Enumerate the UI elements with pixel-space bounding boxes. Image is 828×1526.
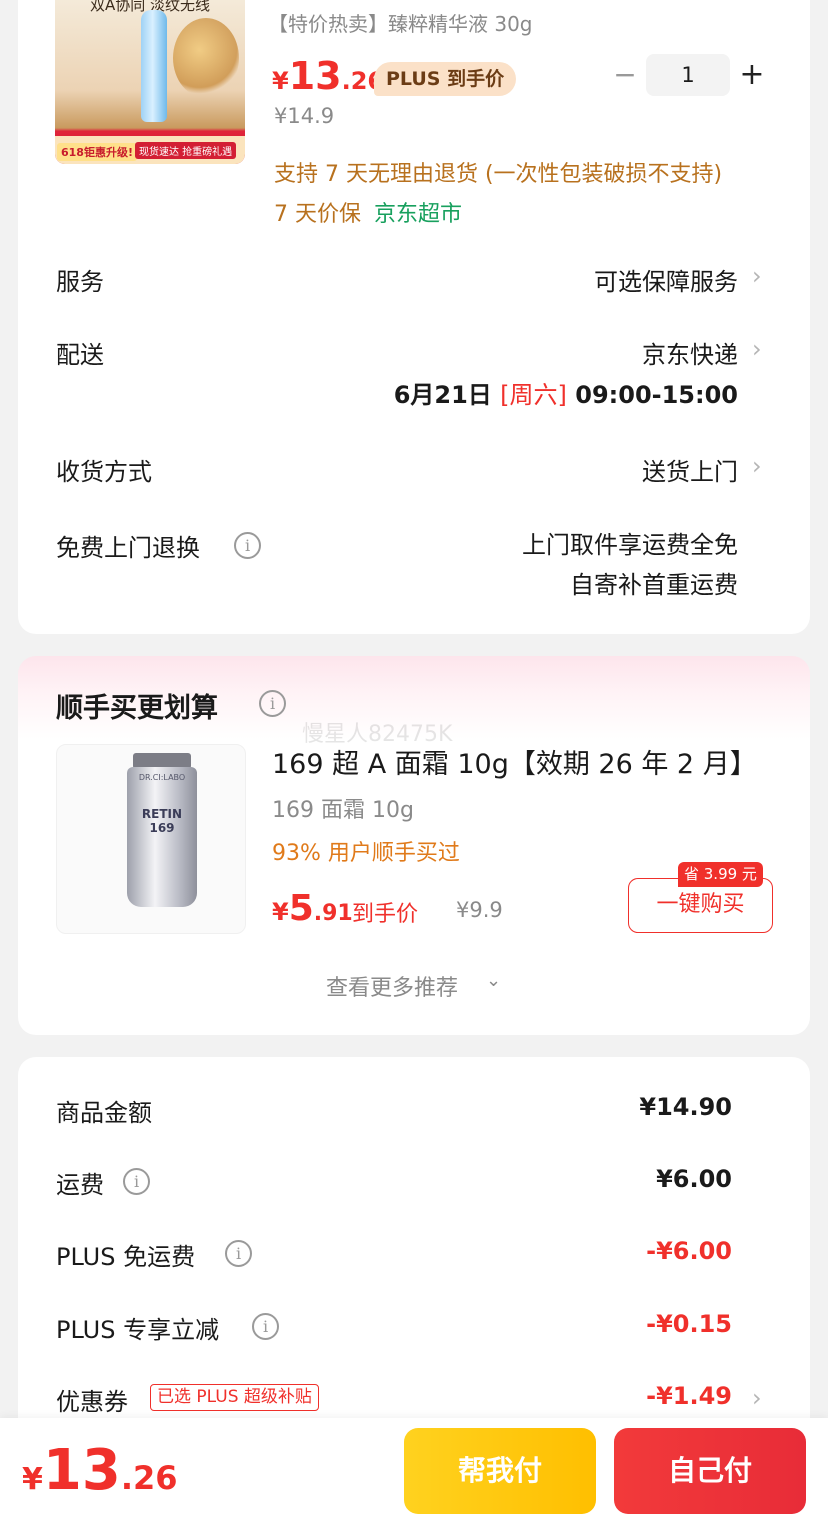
price-guarantee: 7 天价保 [274, 202, 361, 227]
total-currency: ¥ [22, 1462, 43, 1497]
summary-label-plus-discount: PLUS 专享立减 [56, 1316, 220, 1344]
shipping-weekday: [周六] [500, 381, 567, 409]
info-icon[interactable]: i [252, 1313, 279, 1340]
recommended-product-name[interactable]: 169 超 A 面霜 10g【效期 26 年 2 月】 [272, 742, 757, 781]
receive-method-chevron-icon[interactable]: › [752, 452, 762, 480]
recommended-product-image[interactable]: DR.CI:LABO RETIN 169 [56, 744, 246, 934]
quantity-input[interactable]: 1 [646, 54, 730, 96]
free-return-label: 免费上门退换 [56, 534, 200, 562]
price-integer: 5 [288, 888, 314, 929]
summary-value-goods: ¥14.90 [639, 1093, 732, 1121]
receive-method-label: 收货方式 [56, 458, 152, 486]
store-name[interactable]: 京东超市 [374, 196, 462, 228]
original-price: ¥14.9 [274, 104, 335, 128]
quantity-decrease-button[interactable]: − [612, 58, 638, 92]
product-price: ¥13.26 [272, 54, 384, 98]
free-return-selfship: 自寄补首重运费 [570, 571, 738, 599]
info-icon[interactable]: i [234, 532, 261, 559]
shipping-value[interactable]: 京东快递 [642, 335, 738, 370]
tube-label: RETIN 169 [141, 807, 183, 835]
tube-brand: DR.CI:LABO [138, 773, 186, 782]
product-image-badge: 618钜惠升级! [57, 143, 137, 161]
coupon-tag[interactable]: 已选 PLUS 超级补贴 [150, 1384, 319, 1411]
total-decimal: .26 [120, 1459, 178, 1497]
more-recommendations-link[interactable]: 查看更多推荐 [326, 970, 458, 1002]
shipping-chevron-icon[interactable]: › [752, 335, 762, 363]
recommendation-title: 顺手买更划算 [56, 693, 218, 724]
shipping-date: 6月21日 [393, 381, 492, 409]
price-currency: ¥ [272, 898, 289, 926]
savings-badge: 省 3.99 元 [678, 862, 763, 887]
recommended-product-price: ¥5.91 [272, 888, 353, 929]
coupon-chevron-icon[interactable]: › [752, 1384, 762, 1412]
service-value[interactable]: 可选保障服务 [594, 262, 738, 297]
serum-bottle [141, 10, 167, 122]
recommended-product-users: 93% 用户顺手买过 [272, 841, 460, 866]
summary-label-goods: 商品金额 [56, 1099, 152, 1127]
receive-method-value[interactable]: 送货上门 [642, 452, 738, 487]
info-icon[interactable]: i [259, 690, 286, 717]
info-icon[interactable]: i [123, 1168, 150, 1195]
product-image-subtext: 现货速达 抢重磅礼遇 [135, 142, 237, 159]
total-price: ¥13.26 [22, 1438, 178, 1503]
summary-value-coupon[interactable]: -¥1.49 [646, 1382, 732, 1410]
phoenix-decoration [173, 18, 239, 98]
price-currency: ¥ [272, 67, 289, 95]
return-policy-note: 支持 7 天无理由退货 (一次性包装破损不支持) [274, 162, 723, 187]
summary-label-coupon[interactable]: 优惠券 [56, 1382, 128, 1417]
summary-value-plus-free-shipping: -¥6.00 [646, 1237, 732, 1265]
chevron-down-icon[interactable]: ⌄ [486, 970, 501, 991]
summary-value-plus-discount: -¥0.15 [646, 1310, 732, 1338]
price-decimal: .91 [313, 901, 353, 926]
shipping-label: 配送 [56, 341, 104, 369]
summary-value-shipping: ¥6.00 [656, 1165, 732, 1193]
product-title[interactable]: 【特价热卖】臻粹精华液 30g [268, 8, 533, 37]
shipping-window: 09:00-15:00 [575, 381, 738, 409]
pay-myself-button[interactable]: 自己付 [614, 1428, 806, 1514]
plus-price-tag: PLUS 到手价 [374, 62, 517, 96]
service-label: 服务 [56, 268, 104, 296]
free-return-pickup: 上门取件享运费全免 [522, 531, 738, 559]
shipping-time[interactable]: 6月21日 [周六] 09:00-15:00 [394, 375, 738, 410]
summary-label-plus-free-shipping: PLUS 免运费 [56, 1243, 196, 1271]
product-image[interactable]: 双A协同 淡纹无线 618钜惠升级! 现货速达 抢重磅礼遇 [55, 0, 245, 164]
total-integer: 13 [42, 1438, 121, 1503]
price-integer: 13 [288, 54, 342, 98]
recommended-price-tag: 到手价 [352, 902, 419, 927]
summary-label-shipping: 运费 [56, 1171, 104, 1199]
quantity-increase-button[interactable]: + [738, 56, 766, 94]
recommended-product-spec: 169 面霜 10g [272, 798, 414, 823]
info-icon[interactable]: i [225, 1240, 252, 1267]
recommended-original-price: ¥9.9 [456, 898, 503, 922]
service-chevron-icon[interactable]: › [752, 262, 762, 290]
cream-tube [127, 767, 197, 907]
help-me-pay-button[interactable]: 帮我付 [404, 1428, 596, 1514]
